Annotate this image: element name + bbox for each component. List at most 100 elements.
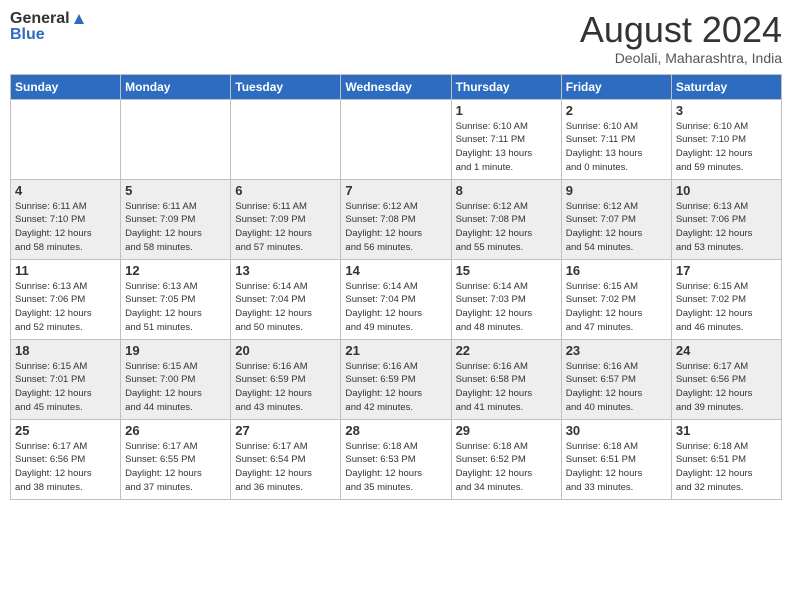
calendar-week-row-3: 11 Sunrise: 6:13 AM Sunset: 7:06 PM Dayli…: [11, 259, 782, 339]
day-info: Sunrise: 6:18 AM Sunset: 6:51 PM Dayligh…: [676, 440, 777, 495]
day-number: 14: [345, 263, 446, 278]
calendar-week-row-4: 18Sunrise: 6:15 AM Sunset: 7:01 PM Dayli…: [11, 339, 782, 419]
day-number: 1: [456, 103, 557, 118]
calendar-cell: 22 Sunrise: 6:16 AM Sunset: 6:58 PM Dayli…: [451, 339, 561, 419]
calendar-cell: 6 Sunrise: 6:11 AM Sunset: 7:09 PM Daylig…: [231, 179, 341, 259]
calendar-cell: 12 Sunrise: 6:13 AM Sunset: 7:05 PM Dayli…: [121, 259, 231, 339]
month-title: August 2024: [580, 10, 782, 50]
calendar-cell: 15Sunrise: 6:14 AM Sunset: 7:03 PM Dayli…: [451, 259, 561, 339]
day-info: Sunrise: 6:15 AM Sunset: 7:02 PM Dayligh…: [566, 280, 667, 335]
calendar-cell: 7 Sunrise: 6:12 AM Sunset: 7:08 PM Daylig…: [341, 179, 451, 259]
day-number: 3: [676, 103, 777, 118]
calendar-cell: 1Sunrise: 6:10 AM Sunset: 7:11 PM Daylig…: [451, 99, 561, 179]
day-info: Sunrise: 6:11 AM Sunset: 7:09 PM Dayligh…: [235, 200, 336, 255]
day-number: 31: [676, 423, 777, 438]
day-number: 9: [566, 183, 667, 198]
calendar-header-row: SundayMondayTuesdayWednesdayThursdayFrid…: [11, 74, 782, 99]
day-info: Sunrise: 6:18 AM Sunset: 6:51 PM Dayligh…: [566, 440, 667, 495]
day-info: Sunrise: 6:13 AM Sunset: 7:06 PM Dayligh…: [676, 200, 777, 255]
calendar-cell: [11, 99, 121, 179]
day-info: Sunrise: 6:17 AM Sunset: 6:56 PM Dayligh…: [15, 440, 116, 495]
day-info: Sunrise: 6:16 AM Sunset: 6:57 PM Dayligh…: [566, 360, 667, 415]
day-number: 19: [125, 343, 226, 358]
day-info: Sunrise: 6:13 AM Sunset: 7:05 PM Dayligh…: [125, 280, 226, 335]
day-number: 26: [125, 423, 226, 438]
day-info: Sunrise: 6:12 AM Sunset: 7:07 PM Dayligh…: [566, 200, 667, 255]
calendar-cell: 20Sunrise: 6:16 AM Sunset: 6:59 PM Dayli…: [231, 339, 341, 419]
calendar-cell: 30 Sunrise: 6:18 AM Sunset: 6:51 PM Dayli…: [561, 419, 671, 499]
calendar-cell: 8Sunrise: 6:12 AM Sunset: 7:08 PM Daylig…: [451, 179, 561, 259]
day-number: 24: [676, 343, 777, 358]
calendar-cell: 3 Sunrise: 6:10 AM Sunset: 7:10 PM Daylig…: [671, 99, 781, 179]
day-info: Sunrise: 6:12 AM Sunset: 7:08 PM Dayligh…: [345, 200, 446, 255]
calendar-cell: 4 Sunrise: 6:11 AM Sunset: 7:10 PM Daylig…: [11, 179, 121, 259]
day-number: 7: [345, 183, 446, 198]
calendar-cell: 5Sunrise: 6:11 AM Sunset: 7:09 PM Daylig…: [121, 179, 231, 259]
day-number: 30: [566, 423, 667, 438]
calendar-cell: [341, 99, 451, 179]
calendar-week-row-2: 4 Sunrise: 6:11 AM Sunset: 7:10 PM Daylig…: [11, 179, 782, 259]
day-number: 23: [566, 343, 667, 358]
calendar-cell: 18Sunrise: 6:15 AM Sunset: 7:01 PM Dayli…: [11, 339, 121, 419]
day-info: Sunrise: 6:17 AM Sunset: 6:55 PM Dayligh…: [125, 440, 226, 495]
weekday-header-saturday: Saturday: [671, 74, 781, 99]
calendar-cell: 16 Sunrise: 6:15 AM Sunset: 7:02 PM Dayli…: [561, 259, 671, 339]
day-number: 10: [676, 183, 777, 198]
weekday-header-monday: Monday: [121, 74, 231, 99]
weekday-header-tuesday: Tuesday: [231, 74, 341, 99]
day-info: Sunrise: 6:15 AM Sunset: 7:00 PM Dayligh…: [125, 360, 226, 415]
day-number: 21: [345, 343, 446, 358]
day-info: Sunrise: 6:14 AM Sunset: 7:04 PM Dayligh…: [345, 280, 446, 335]
day-number: 20: [235, 343, 336, 358]
weekday-header-friday: Friday: [561, 74, 671, 99]
day-number: 29: [456, 423, 557, 438]
day-number: 22: [456, 343, 557, 358]
day-number: 2: [566, 103, 667, 118]
weekday-header-wednesday: Wednesday: [341, 74, 451, 99]
calendar-cell: 17Sunrise: 6:15 AM Sunset: 7:02 PM Dayli…: [671, 259, 781, 339]
calendar-cell: 29 Sunrise: 6:18 AM Sunset: 6:52 PM Dayli…: [451, 419, 561, 499]
calendar-cell: 21 Sunrise: 6:16 AM Sunset: 6:59 PM Dayli…: [341, 339, 451, 419]
calendar-cell: 13Sunrise: 6:14 AM Sunset: 7:04 PM Dayli…: [231, 259, 341, 339]
calendar-cell: 23 Sunrise: 6:16 AM Sunset: 6:57 PM Dayli…: [561, 339, 671, 419]
calendar-cell: [121, 99, 231, 179]
day-info: Sunrise: 6:16 AM Sunset: 6:59 PM Dayligh…: [345, 360, 446, 415]
calendar-table: SundayMondayTuesdayWednesdayThursdayFrid…: [10, 74, 782, 500]
calendar-cell: 11 Sunrise: 6:13 AM Sunset: 7:06 PM Dayli…: [11, 259, 121, 339]
day-number: 27: [235, 423, 336, 438]
weekday-header-thursday: Thursday: [451, 74, 561, 99]
logo-blue: Blue: [10, 26, 88, 44]
day-number: 17: [676, 263, 777, 278]
day-info: Sunrise: 6:10 AM Sunset: 7:11 PM Dayligh…: [566, 120, 667, 175]
calendar-cell: 27 Sunrise: 6:17 AM Sunset: 6:54 PM Dayli…: [231, 419, 341, 499]
day-number: 28: [345, 423, 446, 438]
calendar-cell: 28 Sunrise: 6:18 AM Sunset: 6:53 PM Dayli…: [341, 419, 451, 499]
day-info: Sunrise: 6:13 AM Sunset: 7:06 PM Dayligh…: [15, 280, 116, 335]
calendar-cell: 14 Sunrise: 6:14 AM Sunset: 7:04 PM Dayli…: [341, 259, 451, 339]
day-info: Sunrise: 6:18 AM Sunset: 6:53 PM Dayligh…: [345, 440, 446, 495]
calendar-week-row-5: 25Sunrise: 6:17 AM Sunset: 6:56 PM Dayli…: [11, 419, 782, 499]
day-number: 11: [15, 263, 116, 278]
title-block: August 2024 Deolali, Maharashtra, India: [580, 10, 782, 66]
day-info: Sunrise: 6:12 AM Sunset: 7:08 PM Dayligh…: [456, 200, 557, 255]
day-number: 16: [566, 263, 667, 278]
day-info: Sunrise: 6:18 AM Sunset: 6:52 PM Dayligh…: [456, 440, 557, 495]
location-subtitle: Deolali, Maharashtra, India: [580, 50, 782, 66]
day-info: Sunrise: 6:16 AM Sunset: 6:58 PM Dayligh…: [456, 360, 557, 415]
day-number: 5: [125, 183, 226, 198]
calendar-cell: [231, 99, 341, 179]
day-number: 4: [15, 183, 116, 198]
day-number: 18: [15, 343, 116, 358]
day-info: Sunrise: 6:17 AM Sunset: 6:56 PM Dayligh…: [676, 360, 777, 415]
day-number: 6: [235, 183, 336, 198]
calendar-cell: 31 Sunrise: 6:18 AM Sunset: 6:51 PM Dayli…: [671, 419, 781, 499]
day-info: Sunrise: 6:17 AM Sunset: 6:54 PM Dayligh…: [235, 440, 336, 495]
page-header: General Blue August 2024 Deolali, Mahara…: [10, 10, 782, 66]
day-number: 12: [125, 263, 226, 278]
day-info: Sunrise: 6:10 AM Sunset: 7:10 PM Dayligh…: [676, 120, 777, 175]
calendar-cell: 10 Sunrise: 6:13 AM Sunset: 7:06 PM Dayli…: [671, 179, 781, 259]
day-info: Sunrise: 6:11 AM Sunset: 7:10 PM Dayligh…: [15, 200, 116, 255]
day-info: Sunrise: 6:14 AM Sunset: 7:04 PM Dayligh…: [235, 280, 336, 335]
calendar-week-row-1: 1 Sunrise: 6:10 AM Sunset: 7:11 PM Daylig…: [11, 99, 782, 179]
logo: General Blue: [10, 10, 88, 45]
